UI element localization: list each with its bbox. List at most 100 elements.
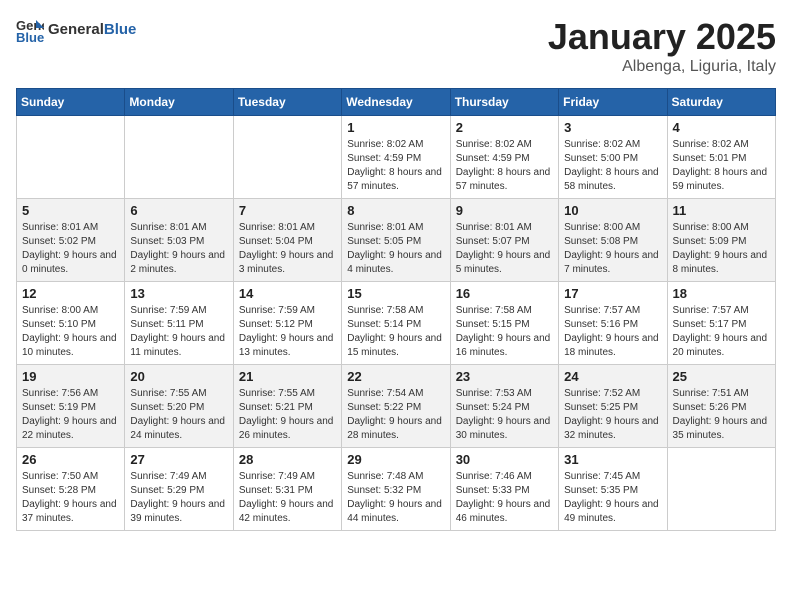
calendar-cell: 29 Sunrise: 7:48 AM Sunset: 5:32 PM Dayli… bbox=[342, 448, 450, 531]
logo: General Blue GeneralBlue bbox=[16, 16, 136, 44]
calendar-subtitle: Albenga, Liguria, Italy bbox=[548, 58, 776, 76]
day-info: Sunrise: 7:51 AM Sunset: 5:26 PM Dayligh… bbox=[673, 387, 770, 443]
day-info: Sunrise: 8:01 AM Sunset: 5:04 PM Dayligh… bbox=[239, 221, 336, 277]
day-number: 25 bbox=[673, 369, 770, 384]
logo-general: General bbox=[48, 21, 104, 38]
column-header-friday: Friday bbox=[559, 89, 667, 116]
day-info: Sunrise: 8:02 AM Sunset: 4:59 PM Dayligh… bbox=[347, 138, 444, 194]
svg-text:Blue: Blue bbox=[16, 30, 44, 44]
day-number: 22 bbox=[347, 369, 444, 384]
day-info: Sunrise: 8:02 AM Sunset: 5:00 PM Dayligh… bbox=[564, 138, 661, 194]
day-info: Sunrise: 7:49 AM Sunset: 5:29 PM Dayligh… bbox=[130, 470, 227, 526]
calendar-cell: 26 Sunrise: 7:50 AM Sunset: 5:28 PM Dayli… bbox=[17, 448, 125, 531]
day-info: Sunrise: 8:01 AM Sunset: 5:05 PM Dayligh… bbox=[347, 221, 444, 277]
calendar-cell: 4 Sunrise: 8:02 AM Sunset: 5:01 PM Daylig… bbox=[667, 116, 775, 199]
calendar-cell: 7 Sunrise: 8:01 AM Sunset: 5:04 PM Daylig… bbox=[233, 199, 341, 282]
day-number: 31 bbox=[564, 452, 661, 467]
day-info: Sunrise: 8:00 AM Sunset: 5:08 PM Dayligh… bbox=[564, 221, 661, 277]
calendar-cell: 20 Sunrise: 7:55 AM Sunset: 5:20 PM Dayli… bbox=[125, 365, 233, 448]
title-area: January 2025 Albenga, Liguria, Italy bbox=[548, 16, 776, 76]
day-number: 7 bbox=[239, 203, 336, 218]
day-info: Sunrise: 7:48 AM Sunset: 5:32 PM Dayligh… bbox=[347, 470, 444, 526]
day-info: Sunrise: 7:50 AM Sunset: 5:28 PM Dayligh… bbox=[22, 470, 119, 526]
day-number: 20 bbox=[130, 369, 227, 384]
day-info: Sunrise: 7:54 AM Sunset: 5:22 PM Dayligh… bbox=[347, 387, 444, 443]
day-info: Sunrise: 8:00 AM Sunset: 5:10 PM Dayligh… bbox=[22, 304, 119, 360]
day-info: Sunrise: 7:57 AM Sunset: 5:17 PM Dayligh… bbox=[673, 304, 770, 360]
day-info: Sunrise: 8:00 AM Sunset: 5:09 PM Dayligh… bbox=[673, 221, 770, 277]
day-number: 17 bbox=[564, 286, 661, 301]
day-info: Sunrise: 7:55 AM Sunset: 5:21 PM Dayligh… bbox=[239, 387, 336, 443]
day-info: Sunrise: 8:01 AM Sunset: 5:03 PM Dayligh… bbox=[130, 221, 227, 277]
calendar-cell: 19Sunrise: 7:56 AM Sunset: 5:19 PM Dayli… bbox=[17, 365, 125, 448]
day-number: 11 bbox=[673, 203, 770, 218]
logo-icon: General Blue bbox=[16, 16, 44, 44]
page-header: General Blue GeneralBlue January 2025 Al… bbox=[16, 16, 776, 76]
day-number: 24 bbox=[564, 369, 661, 384]
calendar-cell: 5Sunrise: 8:01 AM Sunset: 5:02 PM Daylig… bbox=[17, 199, 125, 282]
day-info: Sunrise: 7:58 AM Sunset: 5:14 PM Dayligh… bbox=[347, 304, 444, 360]
calendar-cell: 25 Sunrise: 7:51 AM Sunset: 5:26 PM Dayli… bbox=[667, 365, 775, 448]
day-info: Sunrise: 7:58 AM Sunset: 5:15 PM Dayligh… bbox=[456, 304, 553, 360]
calendar-body: 1Sunrise: 8:02 AM Sunset: 4:59 PM Daylig… bbox=[17, 116, 776, 531]
calendar-week-row: 19Sunrise: 7:56 AM Sunset: 5:19 PM Dayli… bbox=[17, 365, 776, 448]
day-info: Sunrise: 7:49 AM Sunset: 5:31 PM Dayligh… bbox=[239, 470, 336, 526]
calendar-header-row: SundayMondayTuesdayWednesdayThursdayFrid… bbox=[17, 89, 776, 116]
calendar-cell: 17 Sunrise: 7:57 AM Sunset: 5:16 PM Dayli… bbox=[559, 282, 667, 365]
day-info: Sunrise: 7:55 AM Sunset: 5:20 PM Dayligh… bbox=[130, 387, 227, 443]
day-number: 10 bbox=[564, 203, 661, 218]
column-header-thursday: Thursday bbox=[450, 89, 558, 116]
column-header-tuesday: Tuesday bbox=[233, 89, 341, 116]
calendar-cell: 28Sunrise: 7:49 AM Sunset: 5:31 PM Dayli… bbox=[233, 448, 341, 531]
day-number: 5 bbox=[22, 203, 119, 218]
column-header-sunday: Sunday bbox=[17, 89, 125, 116]
day-number: 26 bbox=[22, 452, 119, 467]
day-number: 12 bbox=[22, 286, 119, 301]
day-number: 3 bbox=[564, 120, 661, 135]
day-info: Sunrise: 8:02 AM Sunset: 5:01 PM Dayligh… bbox=[673, 138, 770, 194]
calendar-cell: 31 Sunrise: 7:45 AM Sunset: 5:35 PM Dayli… bbox=[559, 448, 667, 531]
day-number: 4 bbox=[673, 120, 770, 135]
calendar-week-row: 12 Sunrise: 8:00 AM Sunset: 5:10 PM Dayli… bbox=[17, 282, 776, 365]
day-info: Sunrise: 7:52 AM Sunset: 5:25 PM Dayligh… bbox=[564, 387, 661, 443]
day-info: Sunrise: 7:59 AM Sunset: 5:11 PM Dayligh… bbox=[130, 304, 227, 360]
day-number: 18 bbox=[673, 286, 770, 301]
column-header-monday: Monday bbox=[125, 89, 233, 116]
calendar-cell: 12 Sunrise: 8:00 AM Sunset: 5:10 PM Dayli… bbox=[17, 282, 125, 365]
day-number: 15 bbox=[347, 286, 444, 301]
calendar-cell: 9 Sunrise: 8:01 AM Sunset: 5:07 PM Daylig… bbox=[450, 199, 558, 282]
calendar-cell: 3 Sunrise: 8:02 AM Sunset: 5:00 PM Daylig… bbox=[559, 116, 667, 199]
day-info: Sunrise: 8:02 AM Sunset: 4:59 PM Dayligh… bbox=[456, 138, 553, 194]
calendar-cell: 14 Sunrise: 7:59 AM Sunset: 5:12 PM Dayli… bbox=[233, 282, 341, 365]
day-number: 30 bbox=[456, 452, 553, 467]
logo-blue-text: Blue bbox=[104, 21, 137, 38]
day-info: Sunrise: 7:45 AM Sunset: 5:35 PM Dayligh… bbox=[564, 470, 661, 526]
calendar-cell bbox=[233, 116, 341, 199]
calendar-week-row: 1Sunrise: 8:02 AM Sunset: 4:59 PM Daylig… bbox=[17, 116, 776, 199]
day-info: Sunrise: 7:57 AM Sunset: 5:16 PM Dayligh… bbox=[564, 304, 661, 360]
calendar-cell: 16Sunrise: 7:58 AM Sunset: 5:15 PM Dayli… bbox=[450, 282, 558, 365]
day-number: 8 bbox=[347, 203, 444, 218]
calendar-cell: 27 Sunrise: 7:49 AM Sunset: 5:29 PM Dayli… bbox=[125, 448, 233, 531]
day-number: 13 bbox=[130, 286, 227, 301]
calendar-cell: 1Sunrise: 8:02 AM Sunset: 4:59 PM Daylig… bbox=[342, 116, 450, 199]
day-number: 14 bbox=[239, 286, 336, 301]
day-number: 29 bbox=[347, 452, 444, 467]
day-info: Sunrise: 7:59 AM Sunset: 5:12 PM Dayligh… bbox=[239, 304, 336, 360]
calendar-cell: 30 Sunrise: 7:46 AM Sunset: 5:33 PM Dayli… bbox=[450, 448, 558, 531]
calendar-cell: 23Sunrise: 7:53 AM Sunset: 5:24 PM Dayli… bbox=[450, 365, 558, 448]
day-number: 9 bbox=[456, 203, 553, 218]
calendar-week-row: 5Sunrise: 8:01 AM Sunset: 5:02 PM Daylig… bbox=[17, 199, 776, 282]
day-number: 6 bbox=[130, 203, 227, 218]
day-info: Sunrise: 7:56 AM Sunset: 5:19 PM Dayligh… bbox=[22, 387, 119, 443]
day-info: Sunrise: 7:53 AM Sunset: 5:24 PM Dayligh… bbox=[456, 387, 553, 443]
day-info: Sunrise: 7:46 AM Sunset: 5:33 PM Dayligh… bbox=[456, 470, 553, 526]
calendar-table: SundayMondayTuesdayWednesdayThursdayFrid… bbox=[16, 88, 776, 531]
day-number: 21 bbox=[239, 369, 336, 384]
calendar-cell: 8 Sunrise: 8:01 AM Sunset: 5:05 PM Daylig… bbox=[342, 199, 450, 282]
calendar-cell: 2Sunrise: 8:02 AM Sunset: 4:59 PM Daylig… bbox=[450, 116, 558, 199]
calendar-cell: 10 Sunrise: 8:00 AM Sunset: 5:08 PM Dayli… bbox=[559, 199, 667, 282]
calendar-cell: 22 Sunrise: 7:54 AM Sunset: 5:22 PM Dayli… bbox=[342, 365, 450, 448]
day-number: 27 bbox=[130, 452, 227, 467]
day-info: Sunrise: 8:01 AM Sunset: 5:07 PM Dayligh… bbox=[456, 221, 553, 277]
